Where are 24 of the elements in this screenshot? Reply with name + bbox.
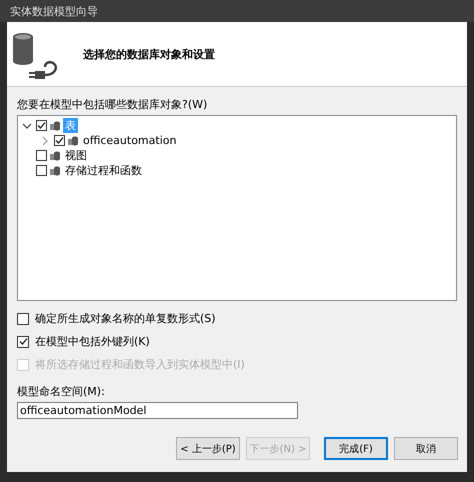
option-label: 确定所生成对象名称的单复数形式(S) <box>35 311 216 326</box>
option-label: 在模型中包括外键列(K) <box>35 334 150 349</box>
page-heading: 选择您的数据库对象和设置 <box>83 46 215 62</box>
namespace-field[interactable]: officeautomationModel <box>17 402 298 419</box>
database-icon <box>49 150 61 162</box>
database-icon <box>49 164 61 176</box>
checkbox[interactable] <box>17 336 29 348</box>
checkbox[interactable] <box>54 135 65 146</box>
database-icon <box>67 134 79 146</box>
tree-item[interactable]: 存储过程和函数 <box>63 163 144 178</box>
tree-label: 您要在模型中包括哪些数据库对象?(W) <box>17 97 208 112</box>
option-label: 将所选存储过程和函数导入到实体模型中(I) <box>35 357 245 372</box>
window-title: 实体数据模型向导 <box>10 4 98 18</box>
checkbox[interactable] <box>36 150 47 161</box>
database-icon <box>49 120 61 132</box>
wizard-button[interactable]: 完成(F) <box>324 437 388 460</box>
checkbox[interactable] <box>36 165 47 176</box>
checkbox[interactable] <box>36 120 47 131</box>
tree-item[interactable]: officeautomation <box>81 134 178 147</box>
checkbox[interactable] <box>17 312 29 324</box>
wizard-button[interactable]: 取消 <box>394 437 458 460</box>
wizard-button[interactable]: < 上一步(P) <box>176 437 240 460</box>
tree-item[interactable]: 视图 <box>63 148 89 163</box>
namespace-label: 模型命名空间(M): <box>17 385 105 398</box>
